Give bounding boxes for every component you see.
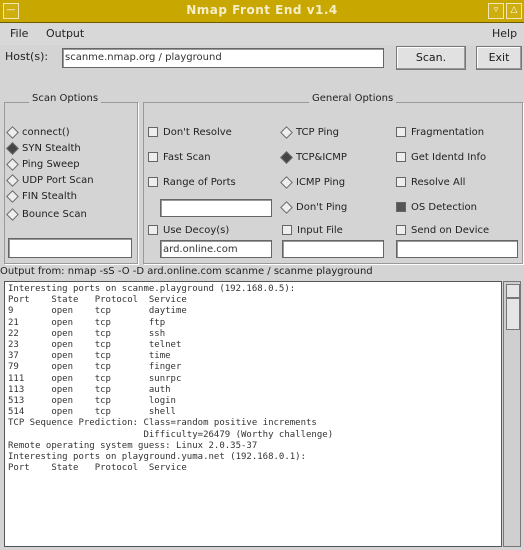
scan-output[interactable]: Interesting ports on scanme.playground (… [4,281,502,547]
output-line: 113 open tcp auth [8,384,171,395]
checkbox-checked-icon [396,202,406,212]
opt-tcp-icmp[interactable]: TCP&ICMP [280,150,347,164]
output-line: Difficulty=26479 (Worthy challenge) [8,429,334,440]
radio-icon [6,207,19,221]
command-line-status: Output from: nmap -sS -O -D ard.online.c… [0,266,373,277]
opt-resolve-all[interactable]: Resolve All [396,177,465,188]
decoy-input[interactable]: ard.online.com [160,240,272,258]
checkbox-icon [148,152,158,162]
radio-icon [6,125,19,139]
scan-opt-udp[interactable]: UDP Port Scan [6,173,94,187]
host-input[interactable]: scanme.nmap.org / playground [62,48,384,68]
output-line: 111 open tcp sunrpc [8,373,182,384]
general-options-title: General Options [309,93,397,104]
opt-get-identd[interactable]: Get Identd Info [396,152,486,163]
output-line: 21 open tcp ftp [8,317,166,328]
output-line: Port State Protocol Service [8,463,187,474]
menu-file[interactable]: File [10,27,28,40]
opt-dont-ping[interactable]: Don't Ping [280,200,347,214]
menu-help[interactable]: Help [492,27,517,40]
checkbox-icon [396,225,406,235]
host-label: Host(s): [5,50,49,63]
menu-bar: File Output Help [0,23,524,45]
radio-icon [280,125,293,139]
input-file-field[interactable] [282,240,384,258]
radio-icon [6,189,19,203]
opt-input-file[interactable]: Input File [282,225,343,236]
opt-os-detection[interactable]: OS Detection [396,202,477,213]
radio-icon [280,200,293,214]
scan-opt-fin[interactable]: FIN Stealth [6,189,77,203]
opt-fast-scan[interactable]: Fast Scan [148,152,211,163]
host-row: Host(s): scanme.nmap.org / playground Sc… [0,45,524,71]
window-title: Nmap Front End v1.4 [186,3,338,17]
scan-opt-connect[interactable]: connect() [6,125,70,139]
output-line: 9 open tcp daytime [8,306,187,317]
maximize-icon[interactable]: △ [506,3,522,19]
opt-fragmentation[interactable]: Fragmentation [396,127,484,138]
checkbox-icon [148,127,158,137]
checkbox-icon [282,225,292,235]
checkbox-icon [396,152,406,162]
port-range-input[interactable] [160,199,272,217]
device-input[interactable] [396,240,518,258]
checkbox-icon [396,177,406,187]
menu-output[interactable]: Output [46,27,84,40]
nmap-window: — Nmap Front End v1.4 ▿ △ File Output He… [0,0,524,550]
scroll-up-icon[interactable] [506,284,520,298]
output-line: 37 open tcp time [8,351,171,362]
output-line: Port State Protocol Service [8,295,187,306]
opt-use-decoys[interactable]: Use Decoy(s) [148,225,229,236]
scan-opt-ping-sweep[interactable]: Ping Sweep [6,157,80,171]
output-line: Interesting ports on scanme.playground (… [8,284,296,294]
scan-button[interactable]: Scan. [396,46,466,70]
radio-icon [6,157,19,171]
output-line: Interesting ports on playground.yuma.net… [8,452,307,463]
radio-selected-icon [280,150,293,164]
bounce-host-input[interactable] [8,238,132,258]
scan-opt-bounce[interactable]: Bounce Scan [6,207,87,221]
opt-range-ports[interactable]: Range of Ports [148,177,236,188]
title-bar[interactable]: — Nmap Front End v1.4 ▿ △ [0,0,524,23]
checkbox-icon [148,177,158,187]
output-scrollbar[interactable] [503,281,521,547]
output-line: 23 open tcp telnet [8,340,182,351]
opt-icmp-ping[interactable]: ICMP Ping [280,175,345,189]
opt-send-on-device[interactable]: Send on Device [396,225,489,236]
radio-selected-icon [6,141,19,155]
radio-icon [280,175,293,189]
scroll-thumb[interactable] [506,298,520,330]
scan-options-title: Scan Options [29,93,102,104]
output-line: Remote operating system guess: Linux 2.0… [8,440,258,451]
output-line: 22 open tcp ssh [8,328,166,339]
checkbox-icon [148,225,158,235]
radio-icon [6,173,19,187]
opt-dont-resolve[interactable]: Don't Resolve [148,127,232,138]
output-line: 514 open tcp shell [8,407,176,418]
output-line: 513 open tcp login [8,396,176,407]
opt-tcp-ping[interactable]: TCP Ping [280,125,339,139]
scan-opt-syn[interactable]: SYN Stealth [6,141,81,155]
output-line: 79 open tcp finger [8,362,182,373]
exit-button[interactable]: Exit [476,46,522,70]
output-line: TCP Sequence Prediction: Class=random po… [8,418,317,429]
minimize-icon[interactable]: ▿ [488,3,504,19]
checkbox-icon [396,127,406,137]
